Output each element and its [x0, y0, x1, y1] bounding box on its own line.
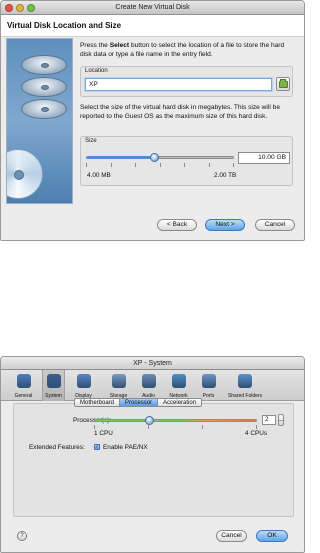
size-slider-ticks — [86, 163, 234, 167]
slider-tick — [86, 163, 87, 167]
window-title: XP - System — [133, 360, 172, 367]
slider-tick — [148, 425, 149, 429]
processors-max-label: 4 CPUs — [245, 430, 268, 437]
audio-icon — [141, 374, 156, 388]
next-button[interactable]: Next > — [205, 219, 245, 231]
processors-slider-ticks — [94, 425, 257, 429]
processors-slider[interactable] — [94, 416, 257, 425]
slider-tick — [209, 163, 210, 167]
display-icon — [76, 374, 91, 388]
hard-disk-platter-icon — [21, 99, 67, 119]
title-bar: Create New Virtual Disk — [1, 1, 304, 15]
slider-tick — [111, 163, 112, 167]
toolbar-item-display[interactable]: Display — [67, 370, 100, 401]
settings-toolbar: General System Display Storage Audio Network P… — [1, 370, 304, 401]
location-description-text: Press the — [80, 42, 110, 49]
size-slider-thumb[interactable] — [149, 153, 159, 162]
size-slider[interactable] — [86, 153, 234, 162]
toolbar-item-system[interactable]: System — [42, 370, 65, 401]
window-title: Create New Virtual Disk — [115, 4, 190, 11]
location-description: Press the Select button to select the lo… — [80, 42, 294, 59]
folder-icon — [278, 78, 288, 88]
processors-min-label: 1 CPU — [94, 430, 113, 437]
toolbar-item-label: General — [14, 393, 33, 399]
slider-tick — [135, 163, 136, 167]
size-label: Size — [85, 138, 97, 144]
size-description: Select the size of the virtual hard disk… — [80, 104, 280, 120]
enable-pae-nx-label: Enable PAE/NX — [103, 444, 148, 451]
page-heading: Virtual Disk Location and Size — [1, 15, 304, 37]
tab-acceleration[interactable]: Acceleration — [158, 399, 202, 406]
checkmark-icon: ✓ — [95, 444, 100, 450]
cancel-button[interactable]: Cancel — [255, 219, 295, 231]
size-input[interactable]: 10.00 GB — [238, 152, 290, 164]
optical-disc-icon — [7, 149, 43, 199]
help-button[interactable]: ? — [17, 531, 27, 541]
ports-icon — [201, 374, 216, 388]
zoom-window-button[interactable] — [27, 4, 35, 12]
slider-tick — [160, 163, 161, 167]
slider-tick — [202, 425, 203, 429]
hard-disk-platter-icon — [21, 77, 67, 97]
slider-tick — [94, 425, 95, 429]
slider-tick — [233, 163, 234, 167]
general-icon — [16, 374, 31, 388]
enable-pae-nx-checkbox[interactable]: ✓ — [94, 444, 100, 450]
location-input[interactable]: XP — [85, 78, 272, 91]
virtual-disk-illustration — [6, 38, 73, 204]
size-min-label: 4.00 MB — [87, 172, 111, 179]
tab-motherboard[interactable]: Motherboard — [75, 399, 121, 406]
toolbar-item-storage[interactable]: Storage — [102, 370, 135, 401]
window-controls — [5, 4, 35, 12]
cancel-button-2[interactable]: Cancel — [216, 530, 247, 542]
toolbar-item-audio[interactable]: Audio — [137, 370, 160, 401]
minimize-window-button[interactable] — [16, 4, 24, 12]
processors-input[interactable]: 2 — [262, 415, 276, 425]
toolbar-item-label: Shared Folders — [227, 393, 263, 399]
tab-processor[interactable]: Processor — [120, 399, 159, 406]
toolbar-item-label: System — [45, 393, 62, 399]
system-icon — [46, 374, 61, 388]
network-icon — [171, 374, 186, 388]
processors-stepper[interactable] — [278, 414, 284, 426]
slider-tick — [256, 425, 257, 429]
settings-tabs: Motherboard Processor Acceleration — [74, 398, 203, 407]
toolbar-item-shared-folders[interactable]: Shared Folders — [222, 370, 268, 401]
size-slider-fill — [87, 156, 154, 159]
toolbar-item-general[interactable]: General — [7, 370, 40, 401]
location-description-bold: Select — [109, 42, 130, 49]
close-window-button[interactable] — [5, 4, 13, 12]
slider-tick — [184, 163, 185, 167]
select-location-button[interactable] — [276, 77, 290, 91]
storage-icon — [111, 374, 126, 388]
ok-button[interactable]: OK — [256, 530, 288, 542]
shared-folders-icon — [238, 374, 252, 388]
size-max-label: 2.00 TB — [214, 172, 237, 179]
title-bar: XP - System — [1, 357, 304, 370]
extended-features-label: Extended Features: — [29, 444, 85, 451]
location-label: Location — [85, 68, 108, 74]
toolbar-item-network[interactable]: Network — [162, 370, 195, 401]
toolbar-item-ports[interactable]: Ports — [197, 370, 220, 401]
back-button[interactable]: < Back — [157, 219, 197, 231]
system-settings-window: XP - System General System Display Storage A… — [0, 356, 305, 553]
processors-slider-thumb[interactable] — [144, 416, 154, 425]
hard-disk-platter-icon — [21, 55, 67, 75]
